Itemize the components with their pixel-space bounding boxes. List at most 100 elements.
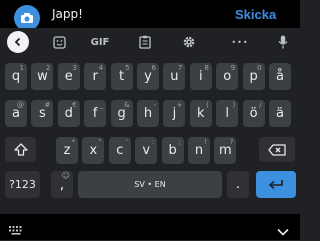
key-0-10[interactable]: å bbox=[269, 63, 291, 90]
key-1-8[interactable]: l) bbox=[216, 100, 239, 127]
key-0-9[interactable]: p0 bbox=[242, 63, 265, 90]
key-1-4[interactable]: g & bbox=[110, 100, 133, 127]
keyboard-switch-button[interactable] bbox=[8, 221, 24, 235]
key-hint: " bbox=[98, 138, 102, 146]
key-1-7[interactable]: k( bbox=[189, 100, 212, 127]
keyboard: GIF ••• q1w2e3r4t5y6u7i8o 9 p 0 å a @ s … bbox=[0, 28, 300, 214]
key-2-1[interactable]: x " bbox=[82, 137, 105, 164]
key-1-1[interactable]: s # bbox=[31, 100, 54, 127]
chevron-left-icon bbox=[14, 37, 21, 47]
space-key[interactable]: SV • EN bbox=[78, 171, 222, 198]
toolbar-back-button[interactable] bbox=[7, 31, 29, 53]
emoji-hint: ☺ bbox=[61, 171, 70, 180]
backspace-icon bbox=[268, 143, 286, 156]
key-hint: 0 bbox=[257, 64, 262, 72]
key-label: ä bbox=[276, 106, 284, 121]
key-label: å bbox=[276, 69, 284, 84]
gif-button[interactable]: GIF bbox=[88, 33, 112, 51]
key-hint: / bbox=[259, 101, 262, 109]
key-2-6[interactable]: m? bbox=[214, 137, 237, 164]
message-field[interactable]: Japp! bbox=[48, 1, 222, 27]
key-1-9[interactable]: ö / bbox=[242, 100, 265, 127]
key-1-5[interactable]: h- bbox=[137, 100, 159, 127]
key-1-0[interactable]: a @ bbox=[5, 100, 27, 127]
sticker-button[interactable] bbox=[50, 33, 68, 51]
key-0-1[interactable]: w2 bbox=[31, 63, 54, 90]
key-hint: 6 bbox=[151, 64, 156, 72]
send-button[interactable]: Skicka bbox=[235, 7, 276, 22]
key-2-2[interactable]: c ' bbox=[108, 137, 131, 164]
more-options-button[interactable]: ••• bbox=[230, 33, 250, 51]
keyboard-toolbar: GIF ••• bbox=[0, 28, 300, 56]
key-label: n bbox=[194, 143, 204, 158]
key-hint: - bbox=[153, 101, 156, 109]
settings-button[interactable] bbox=[180, 33, 198, 51]
key-label: v bbox=[142, 143, 151, 158]
key-1-10[interactable]: ä bbox=[269, 100, 291, 127]
key-label: z bbox=[63, 143, 71, 158]
clipboard-icon bbox=[139, 35, 151, 49]
key-label: b bbox=[168, 143, 177, 158]
backspace-key[interactable] bbox=[259, 137, 295, 162]
key-hint: € bbox=[72, 101, 77, 109]
key-0-3[interactable]: r4 bbox=[84, 63, 107, 90]
key-0-6[interactable]: u7 bbox=[163, 63, 186, 90]
enter-key[interactable] bbox=[256, 171, 296, 198]
camera-icon bbox=[21, 13, 33, 23]
key-label: c bbox=[116, 143, 124, 158]
symbols-key[interactable]: ?123 bbox=[5, 171, 40, 198]
emoji-comma-key[interactable]: , ☺ bbox=[51, 171, 73, 198]
key-hint: * bbox=[71, 138, 76, 146]
key-label: l bbox=[225, 106, 229, 121]
key-hint: & bbox=[124, 101, 130, 109]
key-hint: ? bbox=[229, 138, 234, 146]
navigation-strip bbox=[0, 214, 300, 240]
key-0-5[interactable]: y6 bbox=[137, 63, 159, 90]
key-1-3[interactable]: f _ bbox=[84, 100, 107, 127]
key-0-8[interactable]: o9 bbox=[216, 63, 239, 90]
keyboard-icon bbox=[9, 226, 22, 235]
period-key[interactable]: . bbox=[227, 171, 249, 198]
key-hint: 2 bbox=[45, 64, 51, 72]
key-1-6[interactable]: j + bbox=[163, 100, 186, 127]
clipboard-button[interactable] bbox=[136, 33, 154, 51]
key-hint: : bbox=[151, 138, 155, 146]
key-label: h bbox=[143, 106, 153, 121]
sticker-icon bbox=[52, 35, 66, 49]
key-hint: ' bbox=[125, 138, 128, 146]
key-0-4[interactable]: t5 bbox=[110, 63, 133, 90]
key-2-5[interactable]: n! bbox=[188, 137, 210, 164]
key-2-0[interactable]: z * bbox=[56, 137, 78, 164]
key-hint: + bbox=[176, 101, 183, 109]
key-hint: ! bbox=[204, 138, 207, 146]
key-label: i bbox=[198, 69, 203, 84]
chevron-down-icon bbox=[277, 228, 289, 236]
key-hint: @ bbox=[17, 101, 24, 109]
key-2-4[interactable]: b; bbox=[161, 137, 184, 164]
key-label: ö bbox=[249, 106, 258, 121]
key-hint: 9 bbox=[230, 64, 236, 72]
microphone-button[interactable] bbox=[276, 33, 290, 51]
enter-arrow-icon bbox=[268, 180, 283, 190]
key-label: f bbox=[92, 106, 98, 121]
shift-key[interactable] bbox=[5, 137, 36, 162]
hide-keyboard-button[interactable] bbox=[276, 222, 290, 236]
key-0-7[interactable]: i8 bbox=[189, 63, 212, 90]
key-hint: ) bbox=[232, 101, 236, 109]
gear-icon bbox=[183, 36, 195, 48]
microphone-icon bbox=[278, 35, 288, 49]
key-label: r bbox=[92, 69, 98, 84]
key-0-2[interactable]: e3 bbox=[57, 63, 80, 90]
key-2-3[interactable]: v: bbox=[135, 137, 158, 164]
key-label: t bbox=[119, 69, 125, 84]
key-hint: ; bbox=[178, 138, 181, 146]
key-0-0[interactable]: q1 bbox=[5, 63, 27, 90]
shift-icon bbox=[13, 143, 28, 156]
key-label: x bbox=[89, 143, 98, 158]
key-1-2[interactable]: d € bbox=[57, 100, 80, 127]
key-hint: 7 bbox=[177, 64, 183, 72]
compose-bar: Japp! Skicka bbox=[0, 0, 300, 31]
key-hint: # bbox=[44, 101, 51, 109]
key-hint: ( bbox=[206, 101, 209, 109]
key-label: k bbox=[197, 106, 205, 121]
